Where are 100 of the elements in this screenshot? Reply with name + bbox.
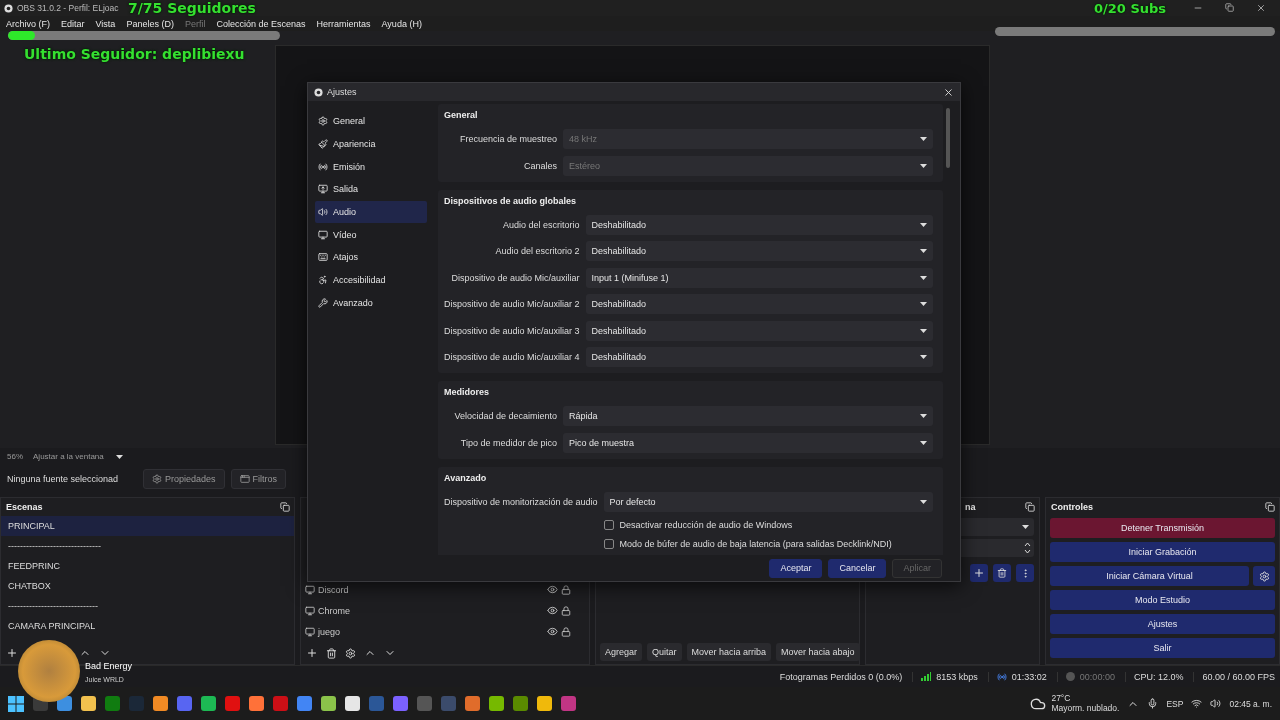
visibility-icon[interactable] bbox=[547, 626, 558, 637]
settings-nav-item[interactable]: Atajos bbox=[315, 246, 427, 269]
scene-item[interactable]: CHATBOX bbox=[1, 576, 294, 596]
add-button[interactable] bbox=[5, 646, 19, 660]
window-capture-icon bbox=[305, 584, 315, 595]
nav-icon bbox=[318, 229, 328, 240]
menu-item[interactable]: Archivo (F) bbox=[6, 18, 50, 29]
checkbox-label: Modo de búfer de audio de baja latencia (para salidas Decklink/NDI) bbox=[619, 539, 892, 549]
settings-nav-item[interactable]: Salida bbox=[315, 178, 427, 201]
undock-icon[interactable] bbox=[280, 502, 290, 512]
volume-icon[interactable] bbox=[1210, 698, 1222, 709]
fit-dropdown[interactable]: Ajustar a la ventana bbox=[33, 452, 123, 461]
control-button[interactable]: Iniciar Grabación bbox=[1050, 542, 1275, 562]
menu-item[interactable]: Colección de Escenas bbox=[216, 18, 306, 29]
field-label: Audio del escritorio bbox=[503, 219, 580, 230]
nav-icon bbox=[318, 139, 328, 150]
lock-icon[interactable] bbox=[561, 626, 571, 637]
settings-nav-item[interactable]: Avanzado bbox=[315, 291, 427, 315]
control-button[interactable]: Ajustes bbox=[1050, 614, 1275, 634]
nav-icon bbox=[318, 297, 328, 308]
menu-item[interactable]: Herramientas bbox=[316, 18, 371, 29]
source-item[interactable]: Chrome bbox=[305, 600, 585, 621]
dock-title: na bbox=[965, 502, 976, 512]
menu-item[interactable]: Vista bbox=[95, 18, 116, 29]
checkbox-option[interactable]: Desactivar reducción de audio de Windows bbox=[603, 518, 938, 531]
dropdown[interactable]: Deshabilitado bbox=[585, 347, 933, 367]
settings-nav-item[interactable]: Audio bbox=[315, 200, 427, 224]
properties-button[interactable]: Propiedades bbox=[143, 469, 225, 489]
menu-item[interactable]: Editar bbox=[61, 18, 85, 29]
dialog-button[interactable]: Cancelar bbox=[828, 558, 887, 578]
dropdown[interactable]: Deshabilitado bbox=[585, 241, 933, 261]
visibility-icon[interactable] bbox=[547, 605, 558, 616]
dropdown[interactable]: Pico de muestra bbox=[563, 432, 933, 453]
dialog-button[interactable]: Aceptar bbox=[769, 558, 823, 578]
signal-icon bbox=[921, 672, 932, 681]
control-button[interactable]: Iniciar Cámara Virtual bbox=[1050, 566, 1249, 586]
settings-nav-item[interactable]: General bbox=[315, 110, 427, 133]
settings-nav-item[interactable]: Apariencia bbox=[315, 132, 427, 156]
restore-icon[interactable] bbox=[1225, 3, 1234, 12]
source-item[interactable]: juego bbox=[305, 621, 585, 642]
settings-nav-item[interactable]: Emisión bbox=[315, 155, 427, 179]
mixer-button[interactable]: Agregar bbox=[600, 643, 643, 661]
field-label: Dispositivo de audio Mic/auxiliar bbox=[451, 272, 580, 283]
scene-item[interactable]: FEEDPRINC bbox=[1, 556, 294, 576]
nav-icon bbox=[318, 207, 328, 218]
mixer-button[interactable]: Mover hacia abajo bbox=[776, 643, 860, 661]
menu-item[interactable]: Ayuda (H) bbox=[381, 18, 422, 29]
dropped-frames: Fotogramas Perdidos 0 (0.0%) bbox=[779, 671, 903, 682]
start-menu-icon[interactable] bbox=[8, 695, 24, 712]
nav-icon bbox=[318, 252, 328, 263]
control-button[interactable]: Detener Transmisión bbox=[1050, 518, 1275, 538]
visibility-icon[interactable] bbox=[547, 584, 558, 595]
mixer-button[interactable]: Mover hacia arriba bbox=[686, 643, 772, 661]
scrollbar-thumb[interactable] bbox=[946, 108, 950, 168]
control-button[interactable]: Modo Estudio bbox=[1050, 590, 1275, 610]
dropdown[interactable]: Por defecto bbox=[603, 491, 933, 512]
wifi-icon[interactable] bbox=[1191, 698, 1203, 709]
virtual-camera-settings-button[interactable] bbox=[1253, 566, 1275, 586]
dropdown[interactable]: Input 1 (Minifuse 1) bbox=[585, 267, 933, 288]
undock-icon[interactable] bbox=[1265, 502, 1275, 512]
close-icon[interactable] bbox=[943, 86, 954, 98]
gear-icon bbox=[152, 474, 162, 484]
microphone-icon[interactable] bbox=[1147, 698, 1159, 709]
control-button[interactable]: Salir bbox=[1050, 638, 1275, 658]
checkbox-label: Desactivar reducción de audio de Windows bbox=[619, 519, 793, 530]
add-button[interactable] bbox=[305, 646, 319, 660]
settings-nav-item[interactable]: Accesibilidad bbox=[315, 268, 427, 292]
dropdown[interactable]: Deshabilitado bbox=[585, 320, 933, 341]
source-item[interactable]: Discord bbox=[305, 579, 585, 600]
dialog-title: Ajustes bbox=[327, 87, 357, 97]
lock-icon[interactable] bbox=[561, 584, 571, 595]
checkbox-option[interactable]: Modo de búfer de audio de baja latencia (para salidas Decklink/NDI) bbox=[603, 537, 938, 551]
caret-icon bbox=[920, 163, 927, 168]
broadcast-icon bbox=[996, 671, 1007, 682]
caret-icon bbox=[920, 222, 927, 227]
caret-icon bbox=[920, 355, 927, 359]
delete-button[interactable] bbox=[993, 564, 1011, 582]
window-title: OBS 31.0.2 - Perfil: ELjoac bbox=[17, 3, 119, 13]
delete-button[interactable] bbox=[325, 646, 338, 660]
dropdown[interactable]: Deshabilitado bbox=[585, 294, 933, 314]
dock-title: Escenas bbox=[6, 502, 43, 512]
checkbox[interactable] bbox=[603, 539, 614, 549]
dropdown[interactable]: Deshabilitado bbox=[585, 214, 933, 235]
undock-icon[interactable] bbox=[1025, 502, 1035, 512]
scene-item[interactable]: PRINCIPAL bbox=[1, 516, 294, 536]
scene-item[interactable]: CAMARA PRINCIPAL bbox=[1, 616, 294, 636]
add-button[interactable] bbox=[970, 564, 988, 582]
more-button[interactable] bbox=[1016, 564, 1034, 582]
filters-button[interactable]: Filtros bbox=[230, 469, 287, 489]
settings-nav-item[interactable]: Vídeo bbox=[315, 223, 427, 247]
settings-button[interactable] bbox=[344, 646, 357, 660]
scene-item[interactable]: ------------------------------ bbox=[1, 596, 294, 616]
close-icon[interactable] bbox=[1256, 3, 1266, 13]
mixer-button[interactable]: Quitar bbox=[647, 643, 682, 661]
menu-item[interactable]: Paneles (D) bbox=[126, 18, 174, 29]
lock-icon[interactable] bbox=[561, 605, 571, 616]
scene-item[interactable]: ------------------------------- bbox=[1, 536, 294, 556]
caret-icon bbox=[920, 302, 927, 306]
checkbox[interactable] bbox=[603, 519, 614, 530]
dropdown[interactable]: Rápida bbox=[563, 406, 933, 426]
